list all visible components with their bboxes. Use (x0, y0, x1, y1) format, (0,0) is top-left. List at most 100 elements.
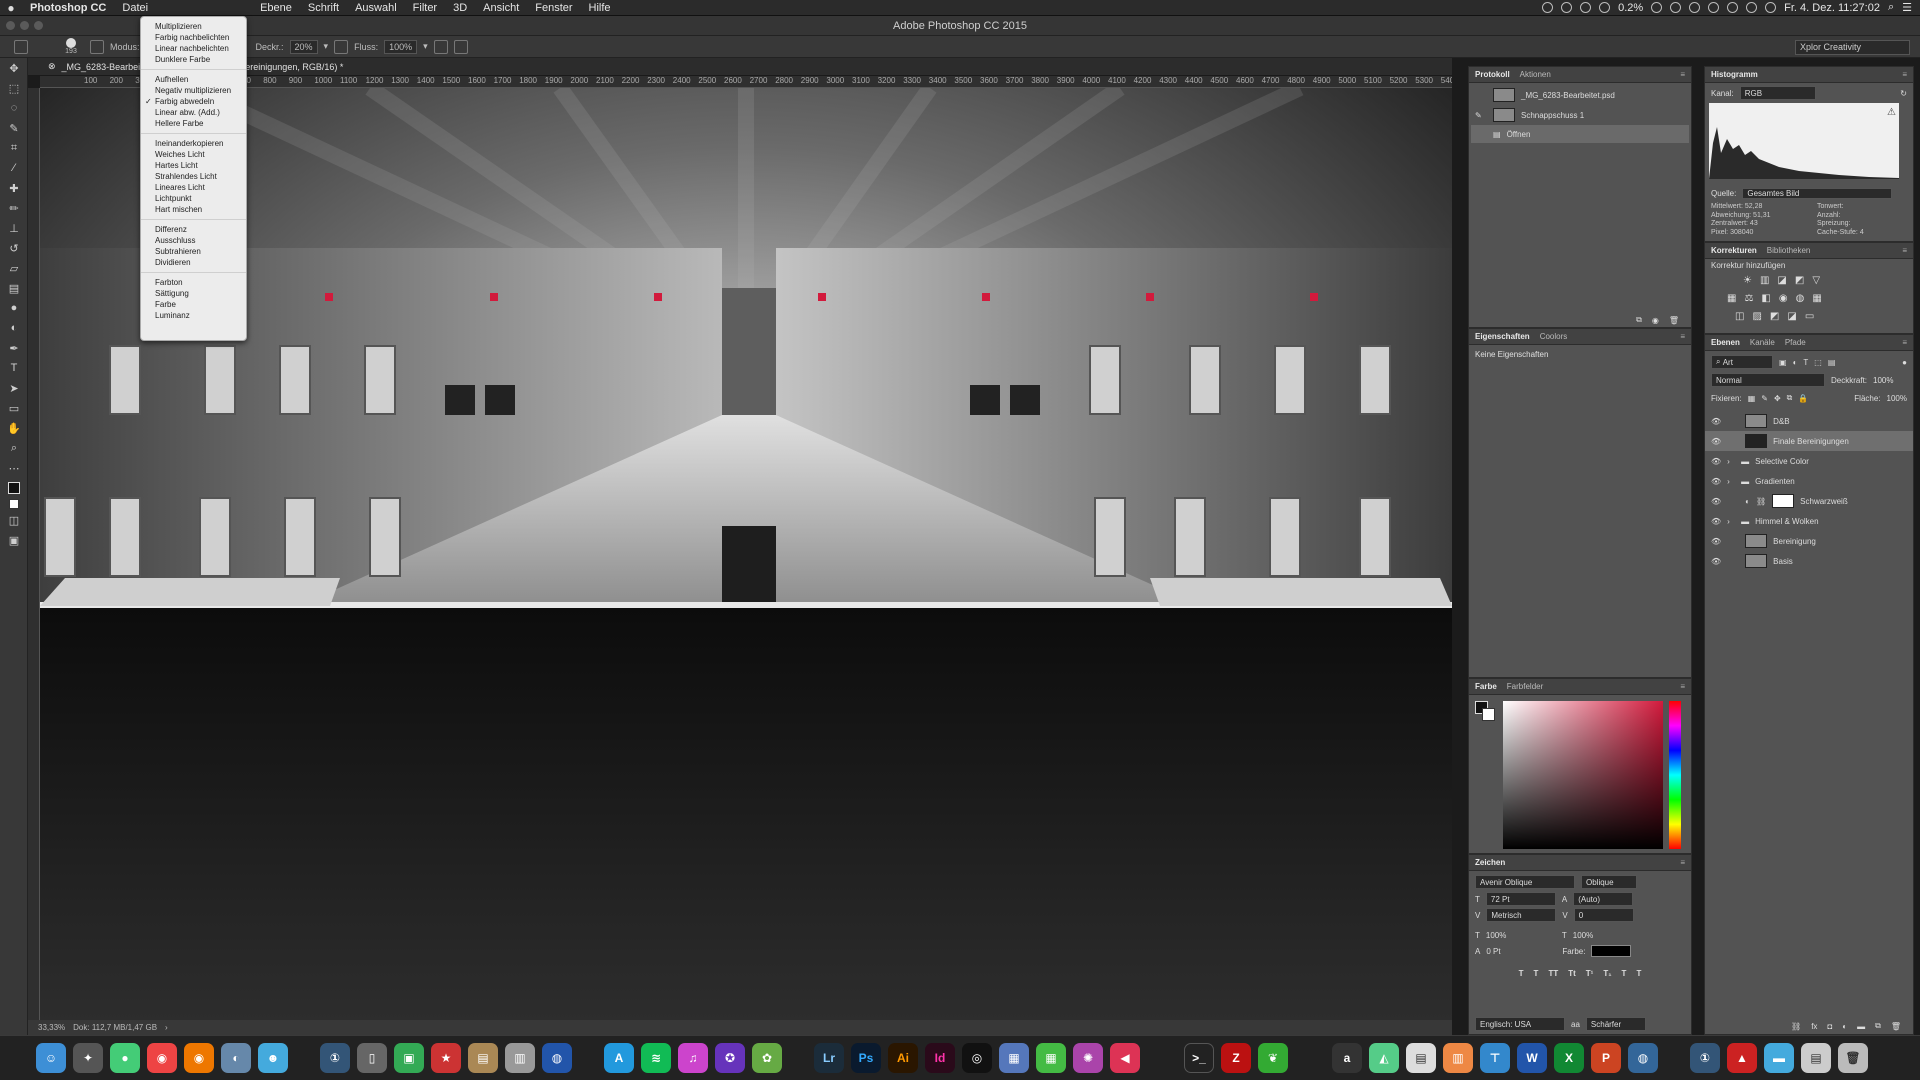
chevron-right-icon[interactable]: › (1727, 477, 1735, 486)
blend-option[interactable]: Lichtpunkt (141, 193, 246, 204)
chevron-down-icon[interactable]: ▾ (324, 41, 329, 52)
blend-option[interactable]: Farbig nachbelichten (141, 32, 246, 43)
app-icon[interactable]: ▦ (1036, 1043, 1066, 1073)
spotify-icon[interactable]: ≋ (641, 1043, 671, 1073)
status-icon[interactable] (1651, 2, 1663, 13)
blend-option[interactable]: Hellere Farbe (141, 118, 246, 129)
layer-row[interactable]: 👁 D&B (1705, 411, 1913, 431)
app-icon[interactable]: ◀ (1110, 1043, 1140, 1073)
quick-mask-icon[interactable]: ◫ (0, 510, 28, 530)
itunes-icon[interactable]: ♫ (678, 1043, 708, 1073)
status-icon[interactable] (1670, 2, 1682, 13)
layer-opacity-field[interactable]: 100% (1873, 376, 1893, 385)
horizontal-scale-field[interactable]: 100% (1573, 931, 1593, 940)
marquee-tool-icon[interactable]: ⬚ (0, 78, 28, 98)
chevron-right-icon[interactable]: › (165, 1023, 168, 1032)
blend-option[interactable]: Aufhellen (141, 74, 246, 85)
menu-app-name[interactable]: Photoshop CC (22, 2, 114, 14)
app-icon[interactable]: ◐ (221, 1043, 251, 1073)
refresh-icon[interactable]: ↻ (1900, 89, 1907, 98)
blend-option[interactable]: Subtrahieren (141, 246, 246, 257)
hand-tool-icon[interactable]: ✋ (0, 418, 28, 438)
filter-toggle-icon[interactable]: ● (1902, 358, 1907, 367)
eraser-icon[interactable]: ▱ (0, 258, 28, 278)
hue-slider[interactable] (1669, 701, 1681, 849)
faux-italic-icon[interactable]: T (1534, 969, 1539, 978)
app-icon[interactable]: ▤ (468, 1043, 498, 1073)
filter-adjust-icon[interactable]: ◐ (1793, 358, 1798, 367)
eye-icon[interactable]: 👁 (1711, 417, 1721, 426)
vibrance-icon[interactable]: ▽ (1812, 275, 1820, 286)
tracking-field[interactable]: 0 (1573, 908, 1634, 922)
document-icon[interactable]: ▤ (1801, 1043, 1831, 1073)
font-size-field[interactable]: 72 Pt (1485, 892, 1556, 906)
zoom-icon[interactable] (34, 21, 43, 30)
finder-icon[interactable]: ☺ (36, 1043, 66, 1073)
opacity-field[interactable]: 20% (289, 39, 318, 54)
menu-schrift[interactable]: Schrift (300, 2, 347, 14)
link-layers-icon[interactable]: ⛓ (1791, 1022, 1801, 1031)
tool-preset-icon[interactable] (14, 39, 28, 54)
app-icon[interactable]: ▤ (1406, 1043, 1436, 1073)
source-select[interactable]: Gesamtes Bild (1742, 187, 1893, 199)
blend-option[interactable]: Ausschluss (141, 235, 246, 246)
eye-icon[interactable]: 👁 (1711, 437, 1721, 446)
language-select[interactable]: Englisch: USA (1475, 1017, 1565, 1031)
app-icon[interactable]: ☻ (258, 1043, 288, 1073)
new-layer-icon[interactable]: ⧉ (1875, 1021, 1881, 1031)
menu-ebene[interactable]: Ebene (252, 2, 300, 14)
wifi-icon[interactable] (1746, 2, 1758, 13)
app-icon[interactable]: ◍ (1628, 1043, 1658, 1073)
layer-row[interactable]: 👁 › ▬ Selective Color (1705, 451, 1913, 471)
lasso-tool-icon[interactable]: ◌ (0, 98, 28, 118)
panel-menu-icon[interactable]: ≡ (1902, 246, 1907, 255)
trash-icon[interactable]: 🗑 (1669, 316, 1679, 325)
status-icon[interactable] (1542, 2, 1554, 13)
menu-hilfe[interactable]: Hilfe (581, 2, 619, 14)
subscript-icon[interactable]: T₁ (1603, 969, 1611, 978)
preview-icon[interactable]: ▥ (505, 1043, 535, 1073)
flow-field[interactable]: 100% (384, 39, 418, 54)
all-caps-icon[interactable]: TT (1548, 969, 1558, 978)
blend-option[interactable]: Weiches Licht (141, 149, 246, 160)
eye-icon[interactable]: 👁 (1711, 557, 1721, 566)
status-icon[interactable] (1689, 2, 1701, 13)
app-icon[interactable]: ◎ (962, 1043, 992, 1073)
minimize-icon[interactable] (20, 21, 29, 30)
horizontal-ruler[interactable]: 1002003004005006007008009001000110012001… (40, 76, 1452, 88)
pressure-size-icon[interactable] (453, 39, 468, 54)
eye-icon[interactable]: 👁 (1711, 517, 1721, 526)
close-icon[interactable] (6, 21, 15, 30)
volume-icon[interactable] (1765, 2, 1777, 13)
tab-pfade[interactable]: Pfade (1785, 338, 1806, 347)
blend-option[interactable]: Strahlendes Licht (141, 171, 246, 182)
blend-option[interactable]: Lineares Licht (141, 182, 246, 193)
menubar-clock[interactable]: Fr. 4. Dez. 11:27:02 (1784, 2, 1880, 14)
camera-icon[interactable]: ◉ (1652, 316, 1659, 325)
blend-option[interactable]: Dunklere Farbe (141, 54, 246, 65)
tab-korrekturen[interactable]: Korrekturen (1711, 246, 1757, 255)
lightroom-icon[interactable]: Lr (814, 1043, 844, 1073)
history-brush-icon[interactable]: ↺ (0, 238, 28, 258)
filter-shape-icon[interactable]: ⬚ (1814, 358, 1822, 367)
indesign-icon[interactable]: Id (925, 1043, 955, 1073)
channel-select[interactable]: RGB (1739, 86, 1816, 100)
lock-artboard-icon[interactable]: ⧉ (1787, 393, 1793, 403)
shape-tool-icon[interactable]: ▭ (0, 398, 28, 418)
tab-kanaele[interactable]: Kanäle (1750, 338, 1775, 347)
small-caps-icon[interactable]: Tt (1568, 969, 1576, 978)
invert-icon[interactable]: ◫ (1735, 311, 1744, 322)
cpu-readout[interactable]: 0.2% (1618, 2, 1643, 14)
blend-option[interactable]: Dividieren (141, 257, 246, 268)
color-balance-icon[interactable]: ⚖ (1744, 293, 1753, 304)
app-icon[interactable]: ▥ (1443, 1043, 1473, 1073)
vertical-scale-field[interactable]: 100% (1486, 931, 1556, 940)
blur-tool-icon[interactable]: ● (0, 298, 28, 318)
panel-menu-icon[interactable]: ≡ (1680, 682, 1685, 691)
fx-icon[interactable]: fx (1811, 1022, 1817, 1031)
blend-option[interactable]: Linear abw. (Add.) (141, 107, 246, 118)
status-icon[interactable] (1708, 2, 1720, 13)
bw-icon[interactable]: ◧ (1761, 293, 1770, 304)
blend-option[interactable]: Hartes Licht (141, 160, 246, 171)
zoom-tool-icon[interactable]: ⌕ (0, 438, 28, 458)
